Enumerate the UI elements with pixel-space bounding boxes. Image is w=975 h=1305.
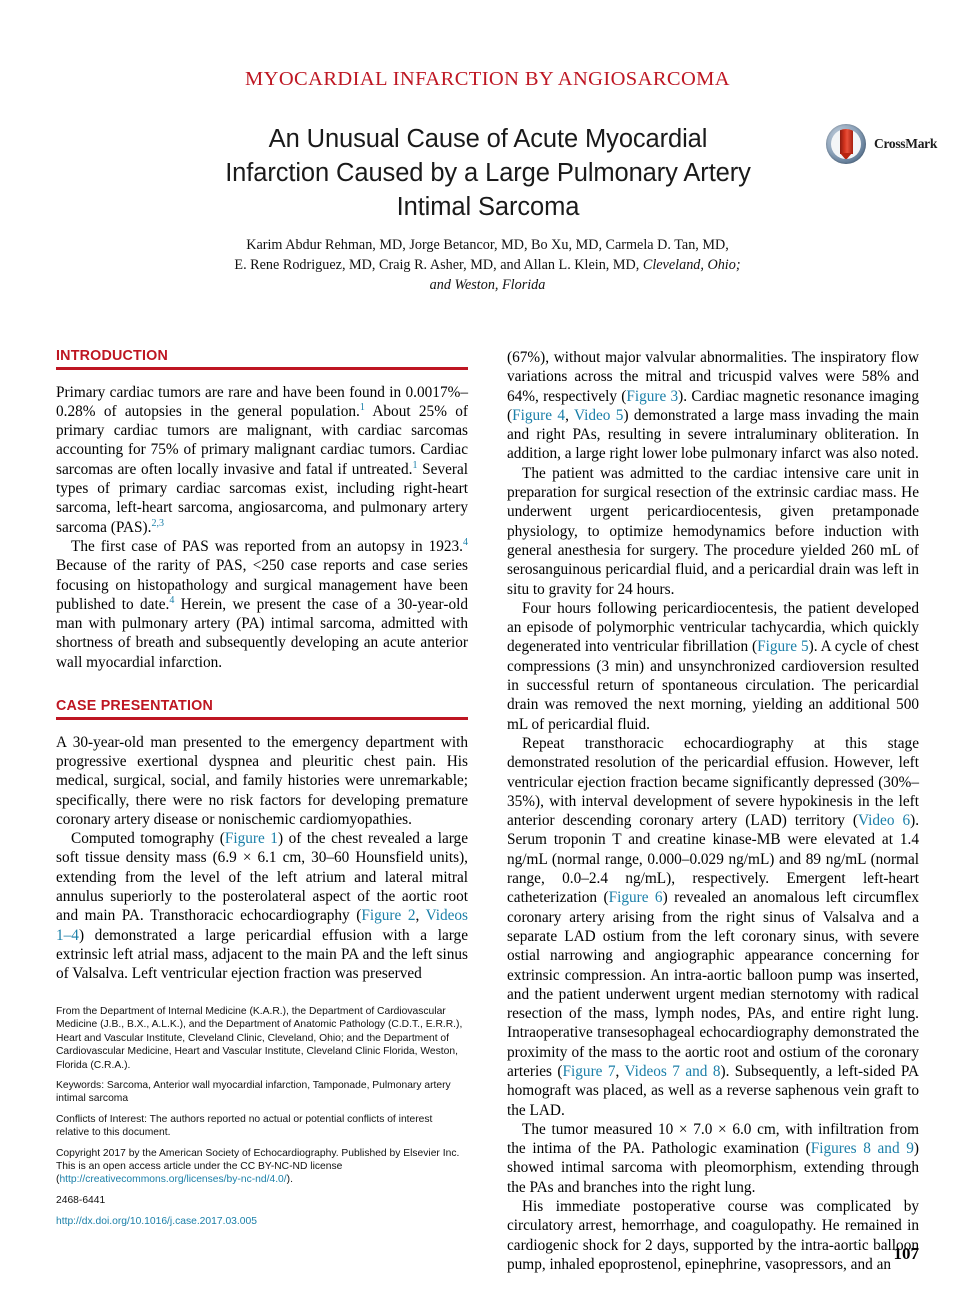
video-link-6[interactable]: Video 6 (858, 812, 910, 829)
title-line-3: Intimal Sarcoma (396, 193, 580, 221)
section-heading-case-presentation: CASE PRESENTATION (56, 698, 213, 715)
section-rule-introduction (56, 367, 468, 370)
figure-link-7[interactable]: Figure 7 (563, 1063, 616, 1080)
author-line-2: E. Rene Rodriguez, MD, Craig R. Asher, M… (150, 255, 825, 275)
right-column: (67%), without major valvular abnormalit… (507, 348, 919, 1274)
video-link-5[interactable]: Video 5 (574, 407, 623, 424)
crossmark-label: CrossMark (874, 136, 938, 151)
case-p2-part-a: Computed tomography ( (71, 830, 225, 848)
copyright-text-b: ). (286, 1174, 293, 1186)
running-head: MYOCARDIAL INFARCTION BY ANGIOSARCOMA (245, 68, 730, 90)
footnote-copyright: Copyright 2017 by the American Society o… (56, 1147, 468, 1187)
figure-link-5[interactable]: Figure 5 (757, 638, 809, 655)
footnote-affiliation: From the Department of Internal Medicine… (56, 1006, 463, 1071)
case-paragraph-1: A 30-year-old man presented to the emerg… (56, 733, 468, 828)
right-paragraph-5: The tumor measured 10 × 7.0 × 6.0 cm, wi… (507, 1120, 919, 1197)
footnote-keywords: Keywords: Sarcoma, Anterior wall myocard… (56, 1080, 451, 1105)
footnote-issn: 2468-6441 (56, 1194, 106, 1206)
intro-paragraph-2: The first case of PAS was reported from … (56, 537, 468, 672)
figure-link-8-9[interactable]: Figures 8 and 9 (811, 1140, 914, 1157)
left-column: INTRODUCTION Primary cardiac tumors are … (56, 348, 468, 984)
figure-link-1[interactable]: Figure 1 (225, 830, 278, 847)
case-p2-part-d: ) demonstrated a large pericardial effus… (56, 926, 468, 983)
crossmark-badge[interactable]: CrossMark (826, 124, 944, 166)
figure-link-2[interactable]: Figure 2 (361, 907, 415, 924)
author-location-1: Cleveland, Ohio; (642, 257, 741, 273)
figure-link-3[interactable]: Figure 3 (626, 388, 678, 405)
intro-paragraph-1: Primary cardiac tumors are rare and have… (56, 383, 468, 537)
page-title: An Unusual Cause of Acute Myocardial Inf… (168, 122, 808, 224)
page-number: 107 (893, 1244, 920, 1263)
title-block: An Unusual Cause of Acute Myocardial Inf… (168, 122, 808, 224)
section-rule-case-presentation (56, 717, 468, 720)
author-line-1: Karim Abdur Rehman, MD, Jorge Betancor, … (246, 237, 729, 253)
right-paragraph-4: Repeat transthoracic echocardiography at… (507, 734, 919, 1120)
case-paragraph-2: Computed tomography (Figure 1) of the ch… (56, 829, 468, 983)
license-link[interactable]: http://creativecommons.org/licenses/by-n… (59, 1174, 286, 1185)
footnote-doi-link[interactable]: http://dx.doi.org/10.1016/j.case.2017.03… (56, 1215, 468, 1228)
figure-link-4[interactable]: Figure 4 (512, 407, 565, 424)
case-p2-sep: , (415, 907, 426, 925)
citation-ref-3[interactable]: 2,3 (151, 518, 164, 529)
author-list: Karim Abdur Rehman, MD, Jorge Betancor, … (150, 235, 825, 295)
crossmark-logo-icon (826, 124, 866, 164)
video-link-7-8[interactable]: Videos 7 and 8 (624, 1063, 720, 1080)
right-paragraph-6: His immediate postoperative course was c… (507, 1198, 919, 1273)
footnote-block: From the Department of Internal Medicine… (56, 1005, 468, 1236)
title-line-2: Infarction Caused by a Large Pulmonary A… (225, 159, 751, 187)
footnote-divider (56, 992, 220, 993)
right-p4-part-c: ) revealed an anomalous left circumflex … (507, 889, 919, 1080)
right-p1-sep: , (565, 406, 574, 424)
section-heading-introduction: INTRODUCTION (56, 348, 169, 364)
right-paragraph-1: (67%), without major valvular abnormalit… (507, 348, 919, 464)
citation-ref-4[interactable]: 4 (463, 537, 468, 548)
intro-p2-part-a: The first case of PAS was reported from … (71, 537, 463, 555)
author-line-2-names: E. Rene Rodriguez, MD, Craig R. Asher, M… (234, 257, 643, 273)
right-paragraph-3: Four hours following pericardiocentesis,… (507, 599, 919, 734)
journal-article-page: MYOCARDIAL INFARCTION BY ANGIOSARCOMA Cr… (0, 0, 975, 1305)
figure-link-6[interactable]: Figure 6 (609, 889, 663, 906)
right-paragraph-2: The patient was admitted to the cardiac … (507, 464, 919, 598)
title-line-1: An Unusual Cause of Acute Myocardial (268, 125, 708, 153)
footnote-conflicts: Conflicts of Interest: The authors repor… (56, 1113, 433, 1139)
author-location-2: and Weston, Florida (429, 277, 546, 293)
